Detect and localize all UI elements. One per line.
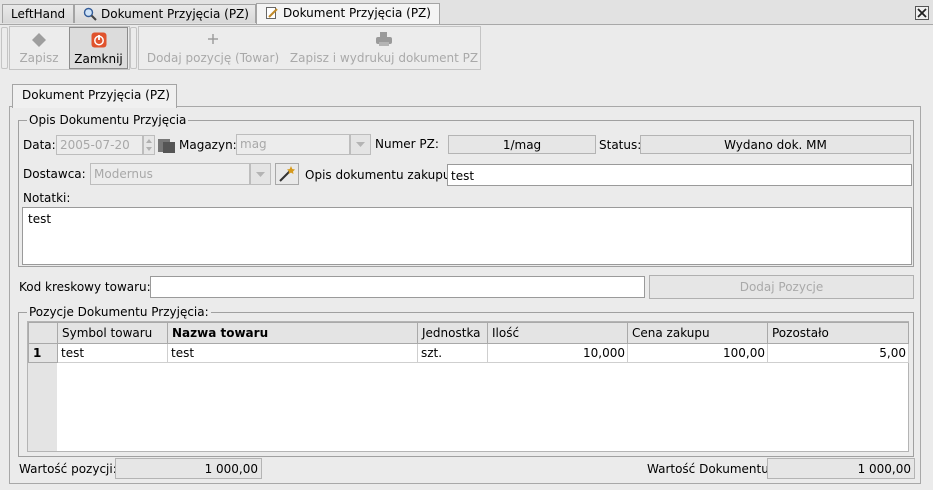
column-header-unit[interactable]: Jednostka bbox=[417, 322, 488, 344]
cell-unit[interactable]: szt. bbox=[417, 343, 488, 363]
description-group-legend: Opis Dokumentu Przyjęcia bbox=[29, 113, 187, 127]
magic-wand-icon bbox=[279, 166, 295, 182]
tab-pz-search[interactable]: Dokument Przyjęcia (PZ) bbox=[74, 4, 256, 23]
cell-symbol[interactable]: test bbox=[57, 343, 168, 363]
printer-icon bbox=[376, 32, 392, 46]
cell-name[interactable]: test bbox=[167, 343, 418, 363]
toolbar-group-items: Dodaj pozycję (Towar) Zapisz i wydrukuj … bbox=[138, 26, 481, 70]
purchase-description-value: test bbox=[451, 169, 475, 183]
status-value: Wydano dok. MM bbox=[724, 138, 827, 152]
column-header-symbol[interactable]: Symbol towaru bbox=[57, 322, 168, 344]
cell-quantity[interactable]: 10,000 bbox=[487, 343, 628, 363]
items-value-label: Wartość pozycji: bbox=[19, 462, 117, 476]
document-value-label: Wartość Dokumentu: bbox=[647, 462, 773, 476]
document-tab-strip: LeftHand Dokument Przyjęcia (PZ) Dokumen… bbox=[0, 0, 933, 25]
barcode-input[interactable] bbox=[150, 276, 645, 298]
pz-number-value: 1/mag bbox=[502, 138, 542, 152]
add-item-button[interactable]: Dodaj pozycję (Towar) bbox=[141, 27, 285, 69]
row-number-header bbox=[28, 322, 58, 344]
document-value: 1 000,00 bbox=[857, 462, 911, 476]
tab-pz-edit[interactable]: Dokument Przyjęcia (PZ) bbox=[256, 3, 440, 24]
save-button[interactable]: Zapisz bbox=[12, 27, 66, 69]
supplier-label: Dostawca: bbox=[23, 167, 86, 181]
date-value: 2005-07-20 bbox=[60, 138, 130, 152]
notes-value: test bbox=[28, 212, 52, 226]
save-label: Zapisz bbox=[19, 51, 59, 65]
document-value-field: 1 000,00 bbox=[767, 458, 915, 479]
add-position-button[interactable]: Dodaj Pozycje bbox=[649, 275, 914, 299]
purchase-description-label: Opis dokumentu zakupu: bbox=[305, 168, 455, 182]
supplier-select[interactable]: Modernus bbox=[90, 163, 250, 185]
notes-textarea[interactable]: test bbox=[22, 207, 912, 265]
tab-document-pz[interactable]: Dokument Przyjęcia (PZ) bbox=[12, 84, 177, 108]
save-print-button[interactable]: Zapisz i wydrukuj dokument PZ bbox=[289, 27, 479, 69]
items-value: 1 000,00 bbox=[204, 462, 258, 476]
calendar-icon[interactable] bbox=[157, 136, 177, 154]
status-label: Status: bbox=[599, 138, 642, 152]
date-spinner[interactable] bbox=[143, 135, 155, 155]
tab-label: Dokument Przyjęcia (PZ) bbox=[22, 88, 170, 102]
toolbar: Zapisz Zamknij Dodaj pozycję (Towar) Zap… bbox=[0, 25, 481, 70]
close-button[interactable]: Zamknij bbox=[69, 27, 128, 69]
chevron-down-icon bbox=[356, 142, 365, 147]
column-header-name[interactable]: Nazwa towaru bbox=[167, 322, 418, 344]
column-header-quantity[interactable]: Ilość bbox=[487, 322, 628, 344]
purchase-description-input[interactable]: test bbox=[447, 164, 912, 186]
save-print-label: Zapisz i wydrukuj dokument PZ bbox=[289, 51, 479, 65]
row-number: 1 bbox=[28, 343, 58, 363]
save-icon bbox=[32, 33, 46, 47]
table-header-row: Symbol towaru Nazwa towaru Jednostka Ilo… bbox=[28, 322, 909, 344]
chevron-down-icon bbox=[256, 172, 265, 177]
status-field: Wydano dok. MM bbox=[640, 135, 911, 154]
items-group-legend: Pozycje Dokumentu Przyjęcia: bbox=[29, 305, 209, 319]
warehouse-label: Magazyn: bbox=[179, 138, 237, 152]
column-header-remaining[interactable]: Pozostało bbox=[767, 322, 909, 344]
toolbar-grip[interactable] bbox=[1, 27, 8, 69]
pz-number-field: 1/mag bbox=[448, 135, 596, 154]
toolbar-grip[interactable] bbox=[130, 27, 137, 69]
magnifier-icon bbox=[83, 7, 97, 21]
add-item-label: Dodaj pozycję (Towar) bbox=[146, 51, 280, 65]
close-label: Zamknij bbox=[74, 52, 123, 66]
spinner-arrows-icon bbox=[146, 139, 152, 151]
date-label: Data: bbox=[23, 138, 56, 152]
tab-label: Dokument Przyjęcia (PZ) bbox=[101, 7, 249, 21]
table-row[interactable]: 1 test test szt. 10,000 100,00 5,00 bbox=[28, 343, 909, 363]
power-icon bbox=[91, 32, 107, 48]
warehouse-select[interactable]: mag bbox=[236, 134, 350, 155]
items-value-field: 1 000,00 bbox=[115, 458, 262, 479]
items-table-viewport: Symbol towaru Nazwa towaru Jednostka Ilo… bbox=[27, 321, 909, 452]
supplier-dropdown-button[interactable] bbox=[250, 163, 271, 185]
edit-document-icon bbox=[265, 6, 279, 20]
warehouse-dropdown-button[interactable] bbox=[350, 134, 371, 155]
column-header-price[interactable]: Cena zakupu bbox=[627, 322, 768, 344]
add-position-label: Dodaj Pozycje bbox=[739, 280, 824, 294]
date-field[interactable]: 2005-07-20 bbox=[56, 135, 143, 155]
items-table: Symbol towaru Nazwa towaru Jednostka Ilo… bbox=[28, 322, 909, 363]
cell-remaining[interactable]: 5,00 bbox=[767, 343, 909, 363]
notes-label: Notatki: bbox=[23, 191, 71, 205]
close-tab-icon[interactable] bbox=[915, 6, 929, 20]
supplier-picker-button[interactable] bbox=[275, 163, 299, 185]
cell-price[interactable]: 100,00 bbox=[627, 343, 768, 363]
tab-lefthand[interactable]: LeftHand bbox=[2, 4, 74, 23]
barcode-label: Kod kreskowy towaru: bbox=[19, 280, 151, 294]
plus-icon bbox=[208, 34, 218, 44]
tab-label: Dokument Przyjęcia (PZ) bbox=[283, 6, 431, 20]
document-panel: Opis Dokumentu Przyjęcia Data: 2005-07-2… bbox=[9, 106, 921, 484]
pz-number-label: Numer PZ: bbox=[375, 137, 439, 151]
toolbar-group-main: Zapisz Zamknij bbox=[9, 26, 130, 70]
tab-label: LeftHand bbox=[11, 7, 66, 21]
supplier-value: Modernus bbox=[94, 167, 153, 181]
warehouse-value: mag bbox=[240, 137, 267, 151]
